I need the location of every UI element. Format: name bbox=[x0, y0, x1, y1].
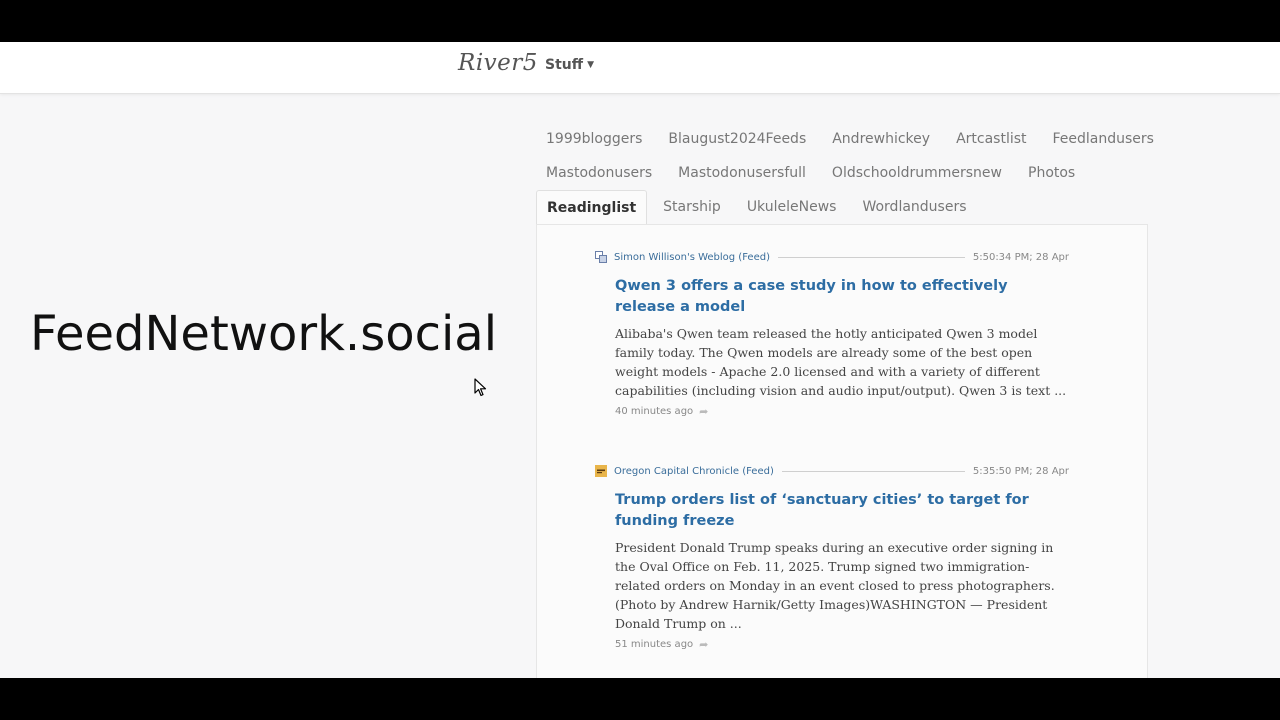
item-title-link[interactable]: Qwen 3 offers a case study in how to eff… bbox=[615, 276, 1067, 318]
mouse-cursor-icon bbox=[474, 378, 487, 397]
item-body: Qwen 3 offers a case study in how to eff… bbox=[615, 276, 1067, 418]
item-meta: 40 minutes ago ➦ bbox=[615, 405, 1067, 418]
tab-wordlandusers[interactable]: Wordlandusers bbox=[852, 190, 976, 224]
stuff-menu-label: Stuff bbox=[545, 57, 584, 73]
news-feed-icon bbox=[595, 465, 607, 477]
tab-artcastlist[interactable]: Artcastlist bbox=[946, 122, 1036, 156]
stuff-menu[interactable]: Stuff ▼ bbox=[545, 57, 594, 73]
caret-down-icon: ▼ bbox=[587, 60, 595, 70]
item-body: Trump orders list of ‘sanctuary cities’ … bbox=[615, 490, 1067, 651]
tab-andrewhickey[interactable]: Andrewhickey bbox=[822, 122, 940, 156]
tab-1999bloggers[interactable]: 1999bloggers bbox=[536, 122, 652, 156]
blog-feed-icon bbox=[595, 251, 607, 263]
river-tabs: 1999bloggers Blaugust2024Feeds Andrewhic… bbox=[536, 122, 1154, 224]
tab-mastodonusersfull[interactable]: Mastodonusersfull bbox=[668, 156, 816, 190]
header-divider bbox=[777, 256, 965, 258]
tab-starship[interactable]: Starship bbox=[653, 190, 731, 224]
tab-row-1: 1999bloggers Blaugust2024Feeds Andrewhic… bbox=[536, 122, 1154, 156]
item-age: 40 minutes ago bbox=[615, 406, 694, 417]
navbar: River5 Stuff ▼ bbox=[0, 42, 1280, 94]
brand-logo[interactable]: River5 bbox=[458, 50, 538, 76]
item-timestamp[interactable]: 5:50:34 PM; 28 Apr bbox=[973, 252, 1069, 263]
item-header: Simon Willison's Weblog (Feed) 5:50:34 P… bbox=[595, 249, 1069, 265]
browser-viewport: River5 Stuff ▼ FeedNetwork.social 1999blo… bbox=[0, 42, 1280, 678]
item-age: 51 minutes ago bbox=[615, 639, 694, 650]
tab-photos[interactable]: Photos bbox=[1018, 156, 1085, 190]
tab-blaugust2024feeds[interactable]: Blaugust2024Feeds bbox=[658, 122, 816, 156]
tab-row-2: Mastodonusers Mastodonusersfull Oldschoo… bbox=[536, 156, 1146, 190]
item-meta: 51 minutes ago ➦ bbox=[615, 638, 1067, 651]
river-panel: Simon Willison's Weblog (Feed) 5:50:34 P… bbox=[536, 224, 1148, 678]
river-item: Simon Willison's Weblog (Feed) 5:50:34 P… bbox=[595, 249, 1069, 418]
feed-name-link[interactable]: Simon Willison's Weblog (Feed) bbox=[614, 252, 770, 263]
item-summary: Alibaba's Qwen team released the hotly a… bbox=[615, 326, 1067, 398]
tab-readinglist[interactable]: Readinglist bbox=[536, 190, 648, 224]
tab-mastodonusers[interactable]: Mastodonusers bbox=[536, 156, 662, 190]
share-icon[interactable]: ➦ bbox=[699, 638, 708, 651]
item-title-link[interactable]: Trump orders list of ‘sanctuary cities’ … bbox=[615, 490, 1067, 532]
top-letterbox bbox=[0, 0, 1280, 42]
header-divider bbox=[781, 470, 965, 472]
bottom-letterbox bbox=[0, 678, 1280, 720]
tab-oldschooldrummersnew[interactable]: Oldschooldrummersnew bbox=[822, 156, 1012, 190]
item-header: Oregon Capital Chronicle (Feed) 5:35:50 … bbox=[595, 463, 1069, 479]
hero-title: FeedNetwork.social bbox=[30, 306, 498, 362]
feed-name-link[interactable]: Oregon Capital Chronicle (Feed) bbox=[614, 466, 774, 477]
river-item: Oregon Capital Chronicle (Feed) 5:35:50 … bbox=[595, 463, 1069, 651]
tab-row-3: Readinglist Starship UkuleleNews Wordlan… bbox=[536, 190, 1146, 224]
tab-feedlandusers[interactable]: Feedlandusers bbox=[1043, 122, 1164, 156]
item-timestamp[interactable]: 5:35:50 PM; 28 Apr bbox=[973, 466, 1069, 477]
item-summary: President Donald Trump speaks during an … bbox=[615, 540, 1055, 631]
tab-ukulelenews[interactable]: UkuleleNews bbox=[737, 190, 847, 224]
share-icon[interactable]: ➦ bbox=[699, 405, 708, 418]
